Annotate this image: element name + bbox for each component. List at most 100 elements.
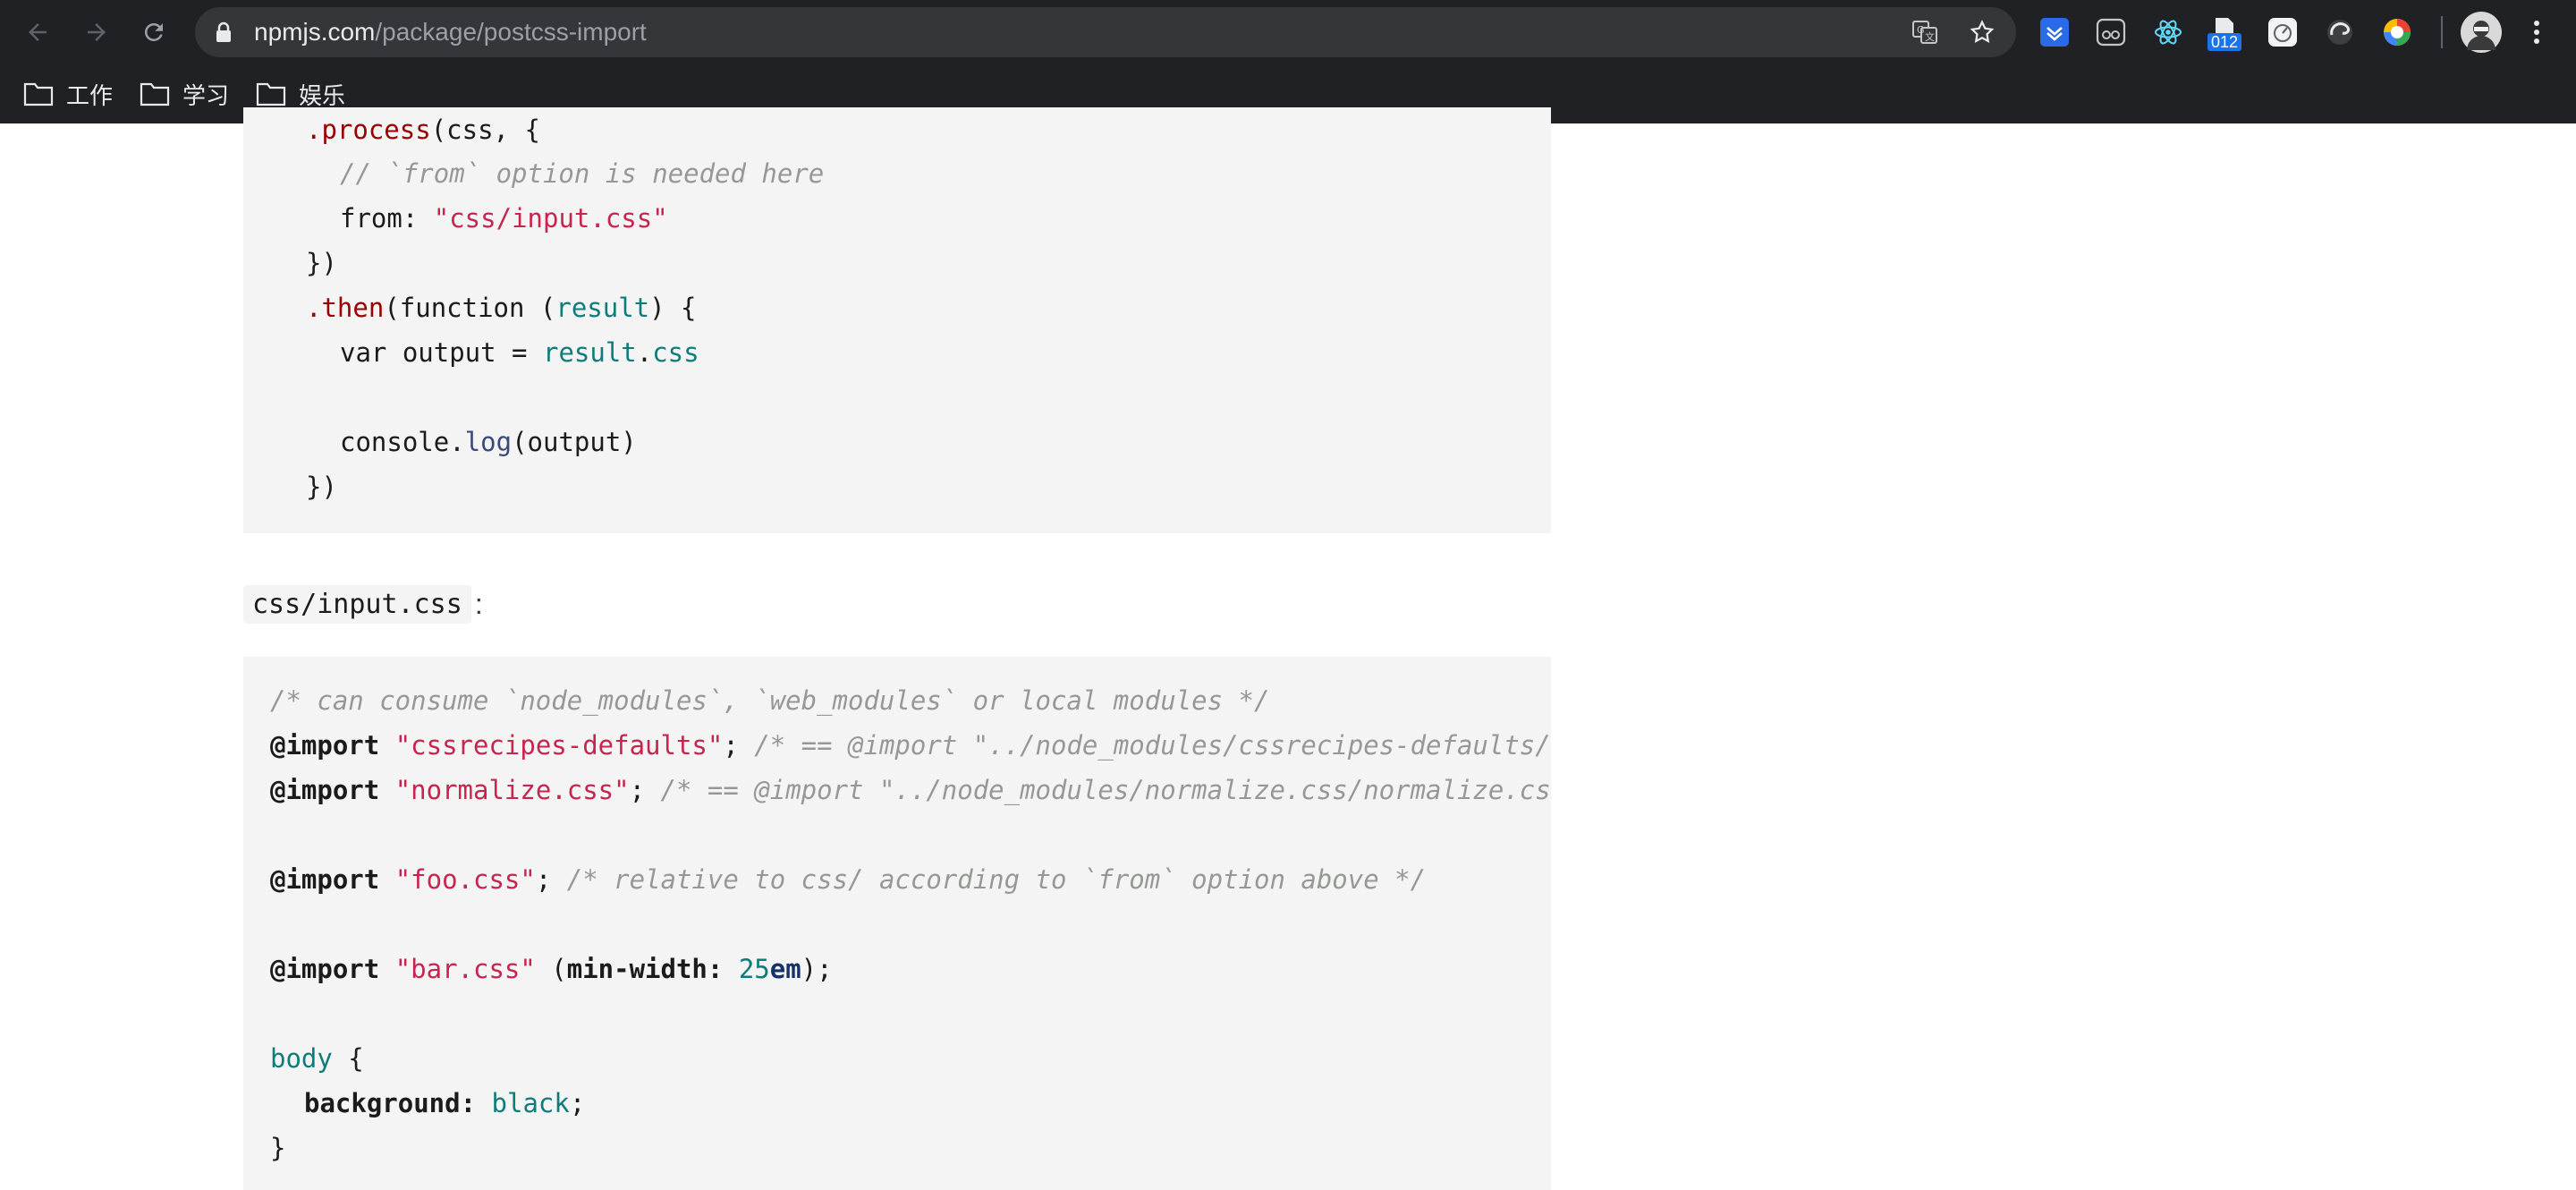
bookmark-label: 学习 [182,81,230,109]
code-method: .then [306,293,385,323]
code-text: ) { [649,293,697,323]
code-object: result [542,337,637,368]
arrow-right-icon [88,23,106,41]
code-key: from: [340,203,434,234]
code-line: @import "bar.css" (min-width: 25em); [270,947,833,991]
url-path: /package/postcss-import [375,18,647,46]
code-text: { [332,1043,364,1074]
url-host: npmjs.com [254,18,376,46]
profile-button[interactable] [2460,11,2503,54]
code-line: .then(function (result) { [306,285,697,330]
extension-counter-button[interactable]: 012 [2207,13,2242,55]
svg-text:G: G [1917,24,1925,36]
file-label-code: css/input.css [243,584,471,624]
code-number: 25 [738,954,770,984]
code-line: @import "normalize.css"; /* == @import "… [270,768,1551,812]
code-semicolon: ; [629,775,646,805]
code-text: (function ( [384,293,556,323]
folder-icon [256,82,286,106]
bookmark-label: 娱乐 [299,81,346,109]
extension-colorful-button[interactable] [2381,16,2413,48]
code-comment: /* == @import "../node_modules/cssrecipe… [754,730,1551,761]
url-text[interactable]: npmjs.com/package/postcss-import [254,7,647,57]
code-line: console.log(output) [340,420,637,464]
code-arg: result [555,293,650,323]
code-media-feature: min-width: [566,954,724,984]
code-selector: body [270,1043,333,1074]
code-string: "css/input.css" [433,203,668,234]
extension-react-devtools-button[interactable] [2152,16,2184,48]
code-line: .process(css, { [306,107,540,152]
translate-button[interactable]: G文 [1911,18,1939,47]
code-text: ( [535,954,567,984]
code-line: body { [270,1036,364,1081]
code-line: var output = result.css [340,330,699,375]
glasses-extension-icon [2096,18,2126,47]
reload-button[interactable] [134,13,174,52]
code-property: background: [304,1088,477,1118]
code-method: .process [306,115,431,145]
browser-chrome: npmjs.com/package/postcss-import G文 012 [0,0,2576,123]
folder-icon [23,82,54,106]
code-comment: /* relative to css/ according to `from` … [566,864,1427,895]
code-value: black [491,1088,570,1118]
folder-icon [140,82,170,106]
lock-icon [215,21,233,47]
code-string: "bar.css" [394,954,536,984]
browser-toolbar: npmjs.com/package/postcss-import G文 012 [0,0,2576,64]
code-text: (css, { [430,115,540,145]
bookmark-label: 工作 [66,81,114,109]
code-text: ); [801,954,833,984]
more-vert-icon [2534,21,2539,44]
swirl-extension-icon [2327,20,2352,45]
css-code-block: /* can consume `node_modules`, `web_modu… [243,657,1551,1190]
code-string: "normalize.css" [394,775,630,805]
translate-icon: G文 [1912,21,1937,44]
code-line: } [270,1133,286,1163]
pocket-extension-icon [2040,18,2069,47]
code-keyword: @import [270,864,380,895]
code-line: }) [306,472,337,502]
code-semicolon: ; [535,864,552,895]
code-comment: // `from` option is needed here [340,158,825,189]
code-string: "cssrecipes-defaults" [394,730,724,761]
code-text: (output) [512,427,637,457]
extension-glasses-button[interactable] [2095,16,2127,48]
star-icon [1970,20,1995,43]
back-button[interactable] [18,13,57,52]
forward-button[interactable] [77,13,116,52]
color-wheel-extension-icon [2384,19,2411,46]
code-keyword: @import [270,954,380,984]
code-fn: log [464,427,513,457]
react-icon [2155,20,2182,45]
code-dot: . [636,337,653,368]
code-line: }) [306,248,337,278]
arrow-left-icon [29,23,47,41]
code-semicolon: ; [569,1088,586,1118]
code-text: console. [340,427,465,457]
reload-icon [144,22,163,41]
code-keyword: @import [270,775,380,805]
code-prop: css [652,337,699,368]
toolbar-divider [2441,16,2443,48]
address-bar[interactable]: npmjs.com/package/postcss-import G文 [195,7,2016,57]
code-line: @import "foo.css"; /* relative to css/ a… [270,857,1426,902]
extension-edge-button[interactable] [2324,16,2356,48]
file-label-suffix: : [474,587,483,620]
extension-speed-button[interactable] [2267,16,2299,48]
code-text: var output = [340,337,543,368]
code-unit: em [769,954,801,984]
bookmark-folder-work[interactable]: 工作 [23,73,113,115]
browser-menu-button[interactable] [2521,16,2553,48]
gauge-extension-icon [2268,18,2297,47]
extension-pocket-button[interactable] [2038,16,2071,48]
code-line: background: black; [304,1081,585,1126]
code-comment: /* == @import "../node_modules/normalize… [660,775,1551,805]
code-line: from: "css/input.css" [340,196,668,241]
file-label: css/input.css: [243,582,483,626]
bookmark-star-button[interactable] [1968,18,1996,47]
code-string: "foo.css" [394,864,536,895]
bookmark-folder-study[interactable]: 学习 [140,73,229,115]
code-semicolon: ; [723,730,739,761]
extension-badge: 012 [2207,33,2242,51]
